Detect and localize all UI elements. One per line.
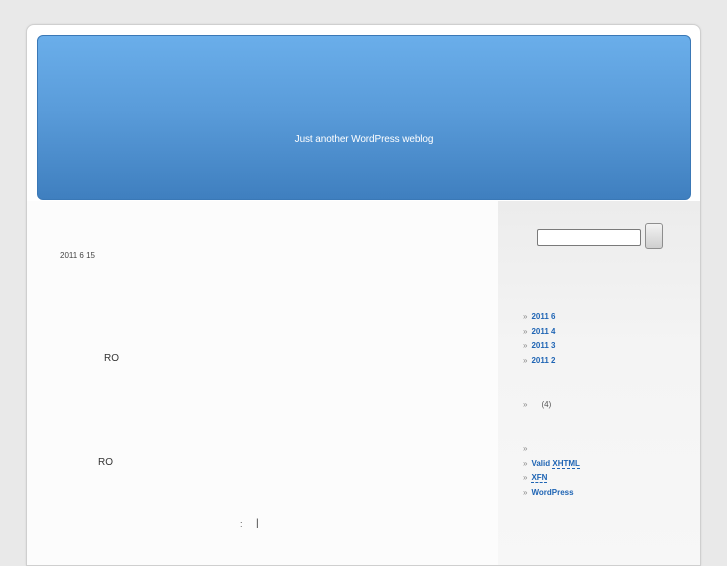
archives-list: » 2011 6 » 2011 4 » 2011 3 » 2011 2 xyxy=(523,310,555,368)
post-date: 2011 6 15 xyxy=(60,251,95,260)
archive-link[interactable]: 2011 3 xyxy=(531,341,555,350)
list-item: » xyxy=(523,442,580,457)
post-text-line: RO xyxy=(104,353,119,364)
list-item: » 2011 6 xyxy=(523,310,555,325)
meta-list: » » Valid XHTML » XFN » WordPress xyxy=(523,442,580,500)
list-item: » Valid XHTML xyxy=(523,457,580,472)
wordpress-link[interactable]: WordPress xyxy=(531,488,573,497)
post-text-line: RO xyxy=(98,457,113,468)
bullet-icon: » xyxy=(523,458,528,468)
search-input[interactable] xyxy=(537,229,641,246)
page-container: Just another WordPress weblog 2011 6 15 … xyxy=(26,24,701,566)
archive-link[interactable]: 2011 6 xyxy=(531,312,555,321)
bullet-icon: » xyxy=(523,487,528,497)
valid-xhtml-link[interactable]: Valid XHTML xyxy=(531,458,580,469)
meta-link-abbr: XFN xyxy=(531,473,548,483)
list-item: » 2011 3 xyxy=(523,339,555,354)
site-header: Just another WordPress weblog xyxy=(37,35,691,200)
bullet-icon: » xyxy=(523,326,528,336)
post-meta-colon: : xyxy=(240,519,243,529)
bullet-icon: » xyxy=(523,473,528,482)
archive-link[interactable]: 2011 4 xyxy=(531,327,555,336)
search-button[interactable] xyxy=(645,223,663,249)
meta-link-prefix: Valid xyxy=(531,458,553,468)
site-tagline: Just another WordPress weblog xyxy=(294,134,434,145)
meta-link-abbr: XHTML xyxy=(552,458,580,469)
archive-link[interactable]: 2011 2 xyxy=(531,356,555,365)
bullet-icon: » xyxy=(523,341,528,350)
list-item: » 2011 4 xyxy=(523,325,555,340)
bullet-icon: » xyxy=(523,355,528,365)
main-content: 2011 6 15 RO RO : | xyxy=(27,201,498,565)
list-item: » (4) xyxy=(523,398,551,413)
categories-list: » (4) xyxy=(523,398,551,413)
bullet-icon: » xyxy=(523,444,528,453)
bullet-icon: » xyxy=(523,400,528,409)
category-count: (4) xyxy=(541,400,552,409)
xfn-link[interactable]: XFN xyxy=(531,473,548,483)
list-item: » XFN xyxy=(523,471,580,486)
bullet-icon: » xyxy=(523,312,528,321)
list-item: » 2011 2 xyxy=(523,354,555,369)
sidebar: » 2011 6 » 2011 4 » 2011 3 » 2011 2 » (4) » »… xyxy=(498,201,700,565)
post-meta-separator: | xyxy=(256,518,259,529)
list-item: » WordPress xyxy=(523,486,580,501)
